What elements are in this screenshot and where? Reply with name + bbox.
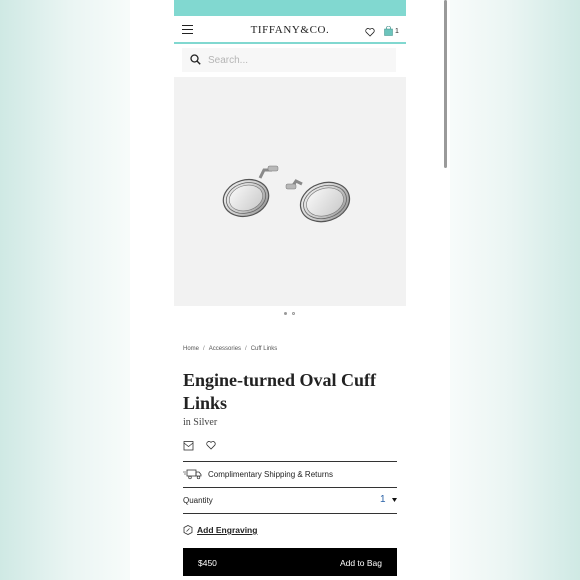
carousel-dot-1[interactable] [284, 312, 287, 315]
search-bar[interactable] [182, 48, 396, 72]
gift-box-icon[interactable] [183, 440, 194, 451]
product-material: in Silver [183, 417, 218, 428]
breadcrumb-home[interactable]: Home [183, 346, 199, 352]
add-to-bag-button[interactable]: $450 Add to Bag [183, 548, 397, 576]
carousel-dots [284, 312, 298, 316]
quantity-select[interactable]: 1 [380, 494, 386, 505]
add-to-bag-label: Add to Bag [339, 558, 382, 568]
bag-icon[interactable] [384, 26, 393, 36]
search-input[interactable] [208, 51, 388, 69]
cufflinks-image [222, 165, 351, 223]
top-accent-bar [174, 0, 406, 16]
heart-icon[interactable] [365, 27, 375, 37]
quantity-label: Quantity [183, 496, 213, 505]
site-header: TIFFANY&CO. 1 [174, 16, 406, 44]
product-page: TIFFANY&CO. 1 Search... Home / Accessori… [130, 0, 450, 580]
product-title: Engine-turned Oval Cuff Links [183, 370, 377, 413]
product-price: $450 [198, 558, 217, 568]
divider-3 [183, 513, 397, 514]
heart-icon-product[interactable] [206, 440, 216, 450]
bag-count: 1 [395, 28, 399, 35]
engraving-icon [183, 525, 193, 535]
truck-icon [183, 469, 202, 480]
divider-2 [183, 487, 397, 488]
scrollbar[interactable] [444, 0, 447, 168]
add-engraving-label: Add Engraving [197, 525, 258, 535]
add-engraving-link[interactable]: Add Engraving [183, 525, 257, 535]
breadcrumb-cuff-links[interactable]: Cuff Links [251, 346, 278, 352]
divider-1 [183, 461, 397, 462]
product-image[interactable] [174, 77, 406, 306]
carousel-dot-2[interactable] [292, 312, 295, 315]
breadcrumb-accessories[interactable]: Accessories [209, 346, 241, 352]
chevron-down-icon[interactable] [392, 498, 397, 502]
shipping-text: Complimentary Shipping & Returns [208, 469, 333, 479]
shipping-info[interactable]: Complimentary Shipping & Returns [183, 468, 333, 480]
breadcrumb: Home / Accessories / Cuff Links [183, 346, 278, 352]
search-icon[interactable] [190, 54, 201, 65]
